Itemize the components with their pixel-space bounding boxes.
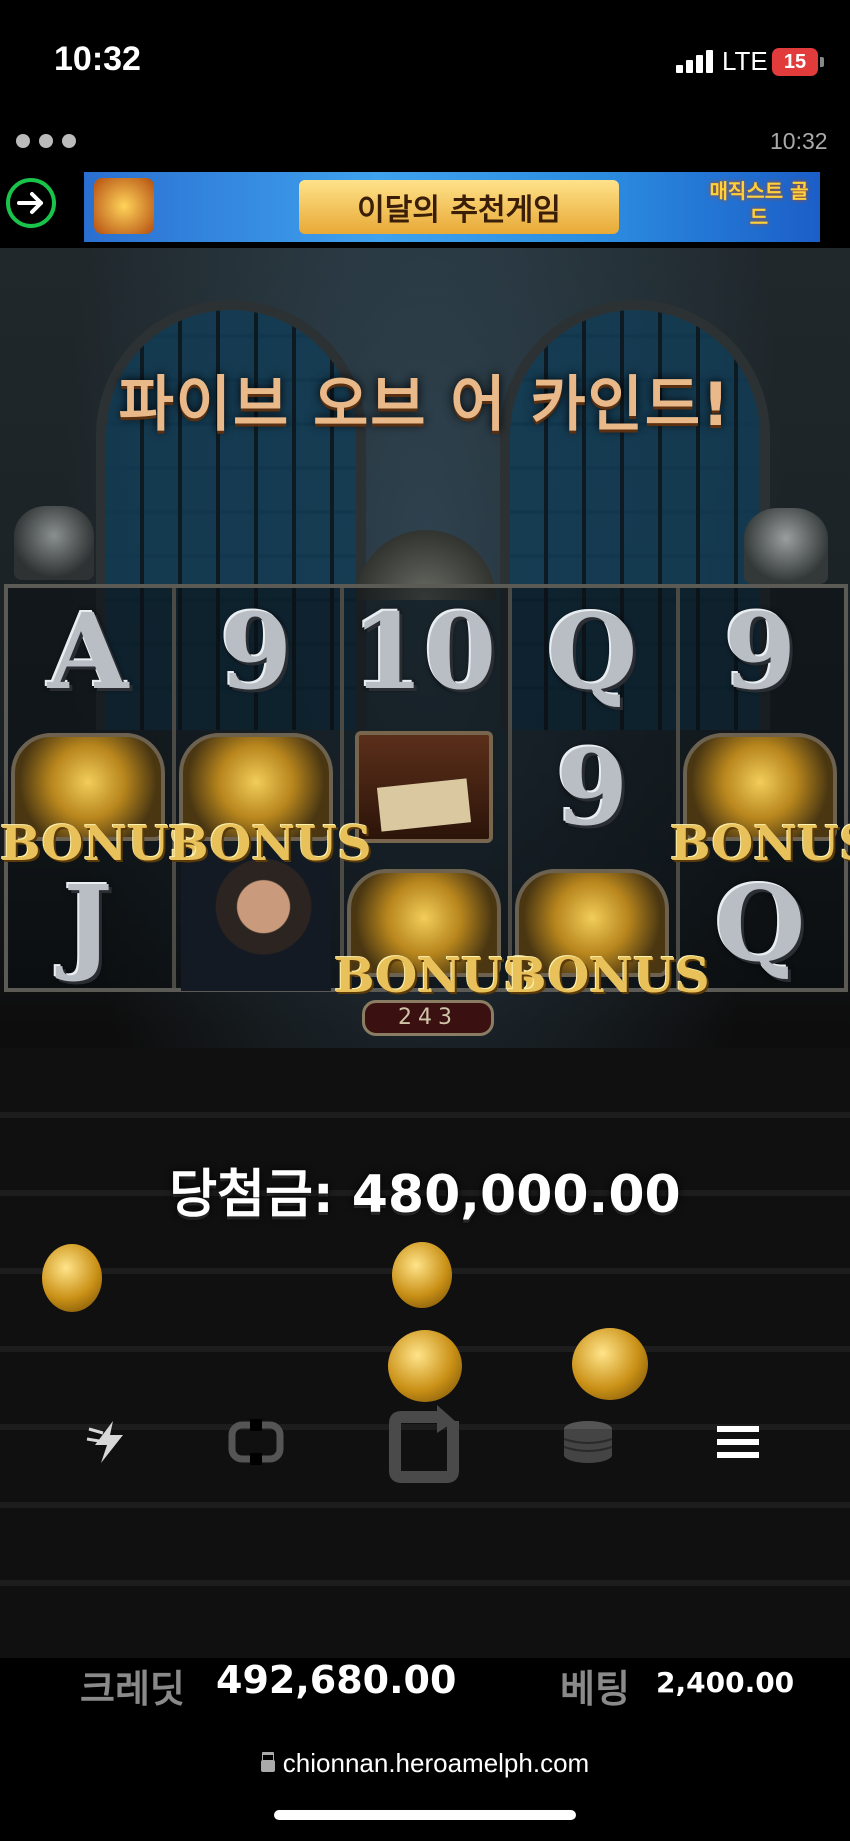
game-canvas[interactable]: 파이브 오브 어 카인드! A J 9 10 Q 9 9 Q BONUS BONUS BONU… xyxy=(0,248,850,1658)
card-symbol-label: 9 xyxy=(555,725,629,849)
card-symbol: 9 xyxy=(508,720,676,854)
treasure-chest-icon xyxy=(94,178,154,234)
gold-coin xyxy=(42,1244,102,1312)
card-symbol-label: J xyxy=(63,861,113,985)
gargoyle-left xyxy=(14,506,94,580)
more-options-icon[interactable] xyxy=(16,133,85,152)
bet-value: 2,400.00 xyxy=(656,1666,795,1699)
bonus-label: BONUS xyxy=(506,948,710,1004)
url-bar[interactable]: chionnan.heroamelph.com xyxy=(0,1748,850,1779)
lock-icon xyxy=(260,1760,275,1772)
hero-portrait-symbol xyxy=(172,855,340,991)
card-symbol: A xyxy=(4,584,172,718)
url-text: chionnan.heroamelph.com xyxy=(282,1748,590,1778)
signal-icon xyxy=(676,50,716,73)
browser-time: 10:32 xyxy=(770,128,828,154)
credit-label: 크레딧 xyxy=(80,1667,185,1711)
battery-level: 15 xyxy=(772,48,818,76)
credit-value: 492,680.00 xyxy=(216,1658,457,1702)
menu-icon[interactable] xyxy=(706,1410,770,1474)
card-symbol-label: 10 xyxy=(351,589,497,713)
card-symbol-label: Q xyxy=(714,861,806,985)
coins-icon[interactable] xyxy=(556,1410,620,1474)
angel-statue-right xyxy=(744,508,828,584)
battery-cap xyxy=(820,57,824,67)
win-headline: 파이브 오브 어 카인드! xyxy=(118,370,732,440)
card-symbol: J xyxy=(4,856,172,990)
ways-counter: 243 xyxy=(362,1000,494,1036)
card-symbol-label: 9 xyxy=(723,589,797,713)
control-bar xyxy=(0,1388,850,1498)
card-symbol: 9 xyxy=(676,584,844,718)
spin-icon[interactable] xyxy=(376,1396,472,1492)
arrow-right-icon[interactable] xyxy=(6,178,56,228)
card-symbol-label: A xyxy=(47,589,129,713)
bet-label: 베팅 xyxy=(560,1667,630,1711)
card-symbol-label: Q xyxy=(546,589,638,713)
status-time: 10:32 xyxy=(54,40,141,78)
card-symbol-label: 9 xyxy=(219,589,293,713)
lightning-icon[interactable] xyxy=(76,1410,140,1474)
card-symbol: 10 xyxy=(340,584,508,718)
bonus-label: BONUS xyxy=(670,816,850,872)
bonus-label: BONUS xyxy=(168,816,372,872)
home-indicator[interactable] xyxy=(274,1810,576,1820)
repeat-icon[interactable] xyxy=(222,1410,290,1474)
network-type: LTE xyxy=(722,46,768,76)
gold-coin xyxy=(392,1242,452,1308)
ad-headline: 이달의 추천게임 xyxy=(299,180,619,234)
win-amount: 당첨금: 480,000.00 xyxy=(169,1165,681,1225)
ad-banner[interactable]: 이달의 추천게임 매직스트 골드 xyxy=(84,172,820,242)
symbol-layer: A J 9 10 Q 9 9 Q xyxy=(4,584,848,992)
card-symbol: 9 xyxy=(172,584,340,718)
ad-logo: 매직스트 골드 xyxy=(709,179,809,229)
card-symbol: Q xyxy=(508,584,676,718)
